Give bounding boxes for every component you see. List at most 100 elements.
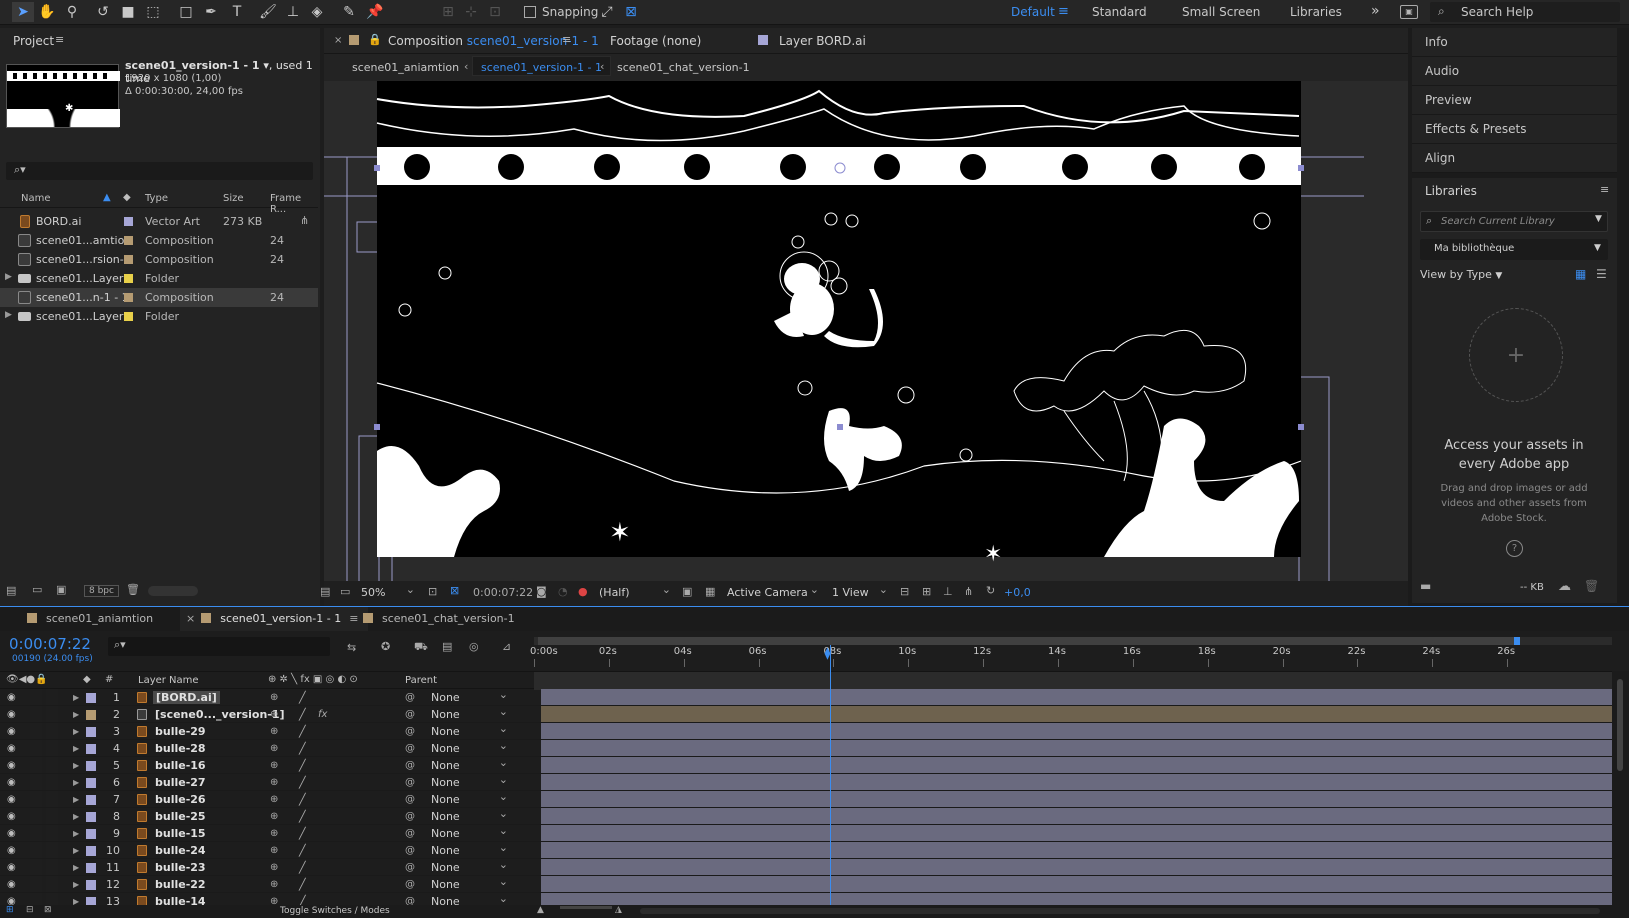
puppet-tool-icon[interactable]: 📌 bbox=[364, 2, 386, 22]
col-type[interactable]: Type bbox=[145, 193, 168, 204]
solo-toggle[interactable] bbox=[30, 723, 42, 739]
folder-icon[interactable]: ▬ bbox=[1420, 579, 1431, 593]
parent-dropdown[interactable]: None bbox=[426, 857, 513, 875]
pick-whip-icon[interactable]: @ bbox=[405, 692, 415, 703]
disclosure-triangle-icon[interactable]: ▶ bbox=[5, 272, 12, 282]
solo-toggle[interactable] bbox=[30, 706, 42, 722]
shy-switch-icon[interactable]: ⊕ bbox=[270, 879, 278, 890]
layer-duration-bar[interactable] bbox=[541, 791, 1612, 807]
composition-mini-flowchart-icon[interactable]: ⇆ bbox=[347, 641, 356, 654]
layer-duration-bar[interactable] bbox=[541, 774, 1612, 790]
workspace-libraries[interactable]: Libraries bbox=[1290, 5, 1342, 19]
layer-row[interactable]: ◉ ▶ 12 bulle-22 ⊕ ╱ @ None bbox=[0, 874, 1629, 893]
fast-previews-icon[interactable]: ⊞ bbox=[922, 585, 931, 598]
project-item[interactable]: ▶ scene01...Layers Folder bbox=[0, 269, 318, 288]
layer-name[interactable]: bulle-15 bbox=[155, 827, 206, 840]
timeline-tab[interactable]: × scene01_version-1 - 1 ≡ bbox=[180, 607, 369, 631]
layer-duration-bar[interactable] bbox=[541, 757, 1612, 773]
layer-name[interactable]: bulle-28 bbox=[155, 742, 206, 755]
expand-triangle-icon[interactable]: ▶ bbox=[73, 693, 79, 702]
panel-item-audio[interactable]: Audio bbox=[1412, 57, 1617, 86]
layer-row[interactable]: ◉ ▶ 7 bulle-26 ⊕ ╱ @ None bbox=[0, 789, 1629, 808]
pick-whip-icon[interactable]: @ bbox=[405, 726, 415, 737]
expand-triangle-icon[interactable]: ▶ bbox=[73, 761, 79, 770]
pick-whip-icon[interactable]: @ bbox=[405, 777, 415, 788]
snapping-checkbox[interactable] bbox=[524, 6, 536, 18]
expand-triangle-icon[interactable]: ▶ bbox=[73, 846, 79, 855]
panel-item-align[interactable]: Align bbox=[1412, 144, 1617, 173]
transparency-grid-icon[interactable]: ▦ bbox=[705, 585, 715, 598]
label-swatch[interactable] bbox=[124, 255, 133, 264]
playhead-line[interactable] bbox=[830, 645, 832, 910]
lock-toggle[interactable] bbox=[46, 689, 58, 705]
lock-toggle[interactable] bbox=[46, 774, 58, 790]
panel-menu-icon[interactable]: ≡ bbox=[349, 612, 358, 625]
composition-canvas[interactable]: ✶ ✶ bbox=[324, 81, 1408, 581]
project-item[interactable]: scene01...n-1 - 1 Composition 24 bbox=[0, 288, 318, 307]
quality-switch-icon[interactable]: ╱ bbox=[299, 861, 306, 874]
label-swatch[interactable] bbox=[86, 863, 96, 873]
quality-switch-icon[interactable]: ╱ bbox=[299, 725, 306, 738]
shy-switch-icon[interactable]: ⊕ bbox=[270, 828, 278, 839]
label-swatch[interactable] bbox=[124, 274, 133, 283]
solo-toggle[interactable] bbox=[30, 859, 42, 875]
expand-triangle-icon[interactable]: ▶ bbox=[73, 812, 79, 821]
layer-name[interactable]: [BORD.ai] bbox=[153, 690, 220, 704]
reset-exposure-icon[interactable]: ↻ bbox=[986, 584, 995, 597]
lock-icon[interactable]: 🔒 bbox=[368, 33, 382, 46]
timeline-zoom-slider[interactable] bbox=[560, 906, 612, 909]
flowchart-icon[interactable]: ⋔ bbox=[300, 214, 309, 227]
graph-editor-icon[interactable]: ⊿ bbox=[502, 640, 511, 653]
exposure-value[interactable]: +0,0 bbox=[1004, 586, 1031, 599]
pick-whip-icon[interactable]: @ bbox=[405, 760, 415, 771]
timeline-current-time[interactable]: 0:00:07:22 bbox=[9, 635, 91, 653]
lock-toggle[interactable] bbox=[46, 825, 58, 841]
quality-switch-icon[interactable]: ╱ bbox=[299, 793, 306, 806]
roto-brush-tool-icon[interactable]: ✎ bbox=[338, 2, 360, 22]
quality-switch-icon[interactable]: ╱ bbox=[299, 742, 306, 755]
solo-toggle[interactable] bbox=[30, 825, 42, 841]
layer-duration-bar[interactable] bbox=[541, 842, 1612, 858]
solo-toggle[interactable] bbox=[30, 689, 42, 705]
color-depth-button[interactable]: 8 bpc bbox=[84, 585, 119, 597]
quality-switch-icon[interactable]: ╱ bbox=[299, 844, 306, 857]
visibility-eye-icon[interactable]: ◉ bbox=[7, 828, 16, 839]
draft-3d-icon[interactable]: ✪ bbox=[381, 640, 390, 653]
visibility-eye-icon[interactable]: ◉ bbox=[7, 845, 16, 856]
camera-dropdown[interactable]: Active Camera ⌄ bbox=[722, 583, 822, 602]
breadcrumb-item-current[interactable]: scene01_version-1 - 1 bbox=[472, 56, 611, 76]
shy-switch-icon[interactable]: ⊕ bbox=[270, 811, 278, 822]
close-tab-icon[interactable]: × bbox=[186, 612, 195, 625]
col-size[interactable]: Size bbox=[223, 193, 244, 204]
timeline-tab[interactable]: scene01_chat_version-1 bbox=[363, 607, 515, 631]
region-of-interest-icon[interactable]: ▣ bbox=[682, 585, 692, 598]
toggle-pixel-aspect-icon[interactable]: ⊟ bbox=[900, 585, 909, 598]
visibility-eye-icon[interactable]: ◉ bbox=[7, 692, 16, 703]
interpret-footage-icon[interactable]: ▤ bbox=[6, 584, 16, 597]
project-search-input[interactable]: ⌕▾ bbox=[6, 162, 313, 180]
timeline-search-input[interactable]: ⌕▾ bbox=[108, 637, 330, 656]
libraries-title[interactable]: Libraries bbox=[1425, 184, 1477, 198]
expand-in-out-icon[interactable]: ⊠ bbox=[44, 905, 52, 915]
expand-layer-switches-icon[interactable]: ⊞ bbox=[6, 905, 14, 915]
horizontal-scrollbar[interactable] bbox=[640, 908, 1600, 914]
layer-name[interactable]: bulle-22 bbox=[155, 878, 206, 891]
camera-tool-icon[interactable]: ■ bbox=[117, 2, 139, 22]
parent-dropdown[interactable]: None bbox=[426, 689, 513, 705]
quality-switch-icon[interactable]: ╱ bbox=[299, 827, 306, 840]
pen-tool-icon[interactable]: ✒ bbox=[200, 2, 222, 22]
visibility-eye-icon[interactable]: ◉ bbox=[7, 709, 16, 720]
lock-toggle[interactable] bbox=[46, 740, 58, 756]
new-composition-icon[interactable]: ▣ bbox=[56, 583, 66, 596]
pan-behind-tool-icon[interactable]: ⬚ bbox=[142, 2, 164, 22]
workspace-overflow-icon[interactable]: » bbox=[1371, 3, 1380, 19]
parent-dropdown[interactable]: None bbox=[426, 738, 513, 756]
quality-switch-icon[interactable]: ╱ bbox=[299, 878, 306, 891]
layer-duration-bar[interactable] bbox=[541, 689, 1612, 705]
label-swatch[interactable] bbox=[124, 312, 133, 321]
quality-switch-icon[interactable]: ╱ bbox=[299, 759, 306, 772]
brush-tool-icon[interactable]: 🖌 bbox=[257, 2, 279, 22]
lock-toggle[interactable] bbox=[46, 859, 58, 875]
toggle-switches-modes-button[interactable]: Toggle Switches / Modes bbox=[280, 906, 390, 916]
solo-toggle[interactable] bbox=[30, 757, 42, 773]
